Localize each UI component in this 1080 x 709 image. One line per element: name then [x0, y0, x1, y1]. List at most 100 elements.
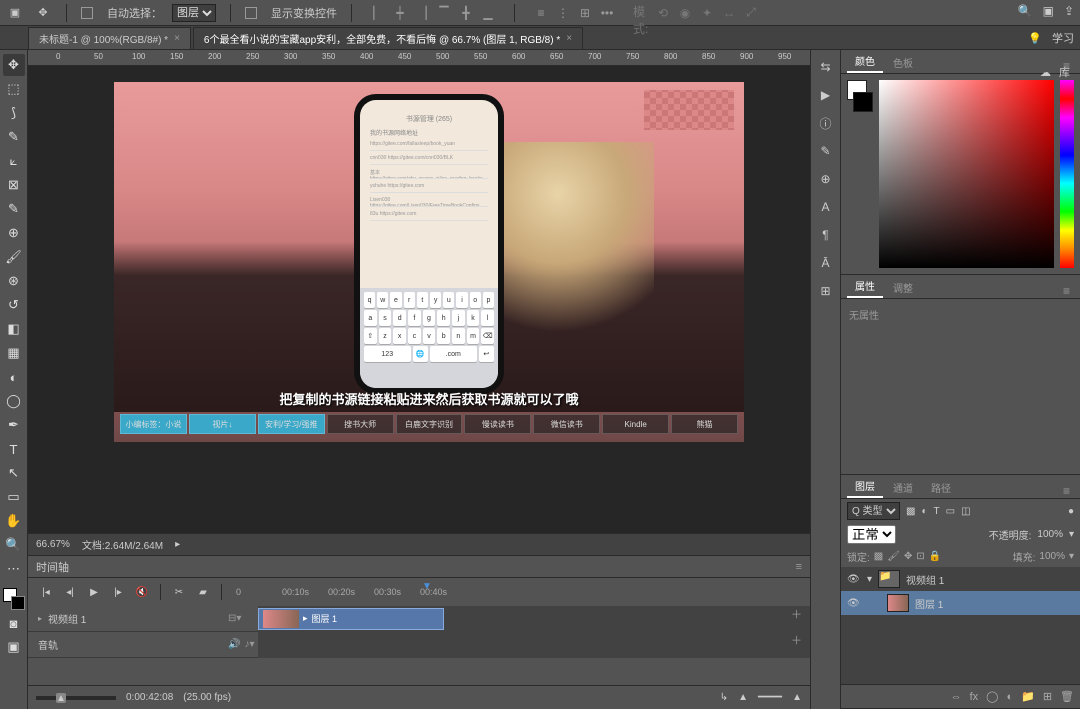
- tab-adjustments[interactable]: 调整: [885, 277, 921, 298]
- brush-tool[interactable]: 🖌: [3, 246, 25, 268]
- first-frame-button[interactable]: |◂: [36, 583, 56, 601]
- show-transform-checkbox[interactable]: [245, 7, 257, 19]
- mask-icon[interactable]: ◯: [986, 690, 998, 703]
- video-group-track[interactable]: ▸视频组 1 ⊟▾ ▸图层 1＋: [28, 606, 810, 632]
- ruler-horizontal[interactable]: 0501001502002503003504004505005506006507…: [28, 50, 810, 66]
- align-top-icon[interactable]: ▔: [436, 5, 452, 21]
- edit-toolbar[interactable]: ⋯: [3, 558, 25, 580]
- screenmode-tool[interactable]: ▣: [3, 636, 25, 658]
- blur-tool[interactable]: ◐: [3, 366, 25, 388]
- eyedropper-tool[interactable]: ✎: [3, 198, 25, 220]
- workspace-icon[interactable]: ▣: [1043, 4, 1054, 18]
- mountain-small-icon[interactable]: ▲: [738, 692, 748, 703]
- track-menu-icon[interactable]: ⊟▾: [228, 613, 241, 624]
- panel-menu-icon[interactable]: ≡: [1059, 484, 1074, 498]
- history-brush-tool[interactable]: ↺: [3, 294, 25, 316]
- mountain-big-icon[interactable]: ▲: [792, 692, 802, 703]
- layer-kind-filter[interactable]: Q 类型: [847, 502, 900, 520]
- search-icon[interactable]: 🔍: [1018, 4, 1033, 18]
- time-ruler[interactable]: ▼000:10s00:20s00:30s00:40s: [236, 583, 802, 601]
- move-tool-icon[interactable]: ✥: [34, 4, 52, 22]
- tab-channels[interactable]: 通道: [885, 477, 921, 498]
- move-tool[interactable]: ✥: [3, 54, 25, 76]
- trash-icon[interactable]: 🗑: [1060, 690, 1074, 703]
- close-icon[interactable]: ×: [566, 33, 572, 44]
- panel-menu-icon[interactable]: ≡: [1059, 284, 1074, 298]
- bg-swatch[interactable]: [853, 92, 873, 112]
- heal-tool[interactable]: ⊕: [3, 222, 25, 244]
- align-left-icon[interactable]: ▏: [370, 5, 386, 21]
- library-icon[interactable]: ☁: [1040, 66, 1051, 79]
- note-icon[interactable]: ♪▾: [244, 639, 254, 650]
- hand-tool[interactable]: ✋: [3, 510, 25, 532]
- split-button[interactable]: ✂: [169, 583, 189, 601]
- align-hcenter-icon[interactable]: ┿: [392, 5, 408, 21]
- glyphs-icon[interactable]: Ā: [817, 254, 835, 272]
- mute-button[interactable]: 🔇: [132, 583, 152, 601]
- align-bottom-icon[interactable]: ▁: [480, 5, 496, 21]
- next-frame-button[interactable]: |▸: [108, 583, 128, 601]
- video-clip[interactable]: ▸图层 1: [258, 608, 444, 630]
- visibility-icon[interactable]: 👁: [847, 574, 861, 585]
- lock-trans-icon[interactable]: ▩: [874, 551, 883, 562]
- path-tool[interactable]: ↖: [3, 462, 25, 484]
- lock-paint-icon[interactable]: 🖌: [887, 551, 900, 562]
- 3d-icon[interactable]: ⊞: [817, 282, 835, 300]
- audio-icon[interactable]: 🔊: [228, 639, 240, 650]
- info-icon[interactable]: ⓘ: [817, 114, 835, 132]
- link-icon[interactable]: ⇔: [951, 691, 962, 703]
- tab-layers[interactable]: 图层: [847, 475, 883, 498]
- history-icon[interactable]: ▶: [817, 86, 835, 104]
- ps-home-icon[interactable]: ▣: [6, 4, 24, 22]
- filter-type-icon[interactable]: T: [934, 506, 940, 517]
- tab-swatches[interactable]: 色板: [885, 52, 921, 73]
- shape-tool[interactable]: ▭: [3, 486, 25, 508]
- lasso-tool[interactable]: ⟆: [3, 102, 25, 124]
- type-tool[interactable]: T: [3, 438, 25, 460]
- fill-value[interactable]: 100%: [1039, 551, 1065, 562]
- close-icon[interactable]: ×: [174, 33, 180, 44]
- panel-menu-icon[interactable]: ≡: [796, 561, 802, 573]
- doc-tab-2[interactable]: 6个最全看小说的宝藏app安利，全部免费，不看后悔 @ 66.7% (图层 1,…: [193, 27, 583, 49]
- lock-nest-icon[interactable]: ⊡: [916, 551, 924, 562]
- eraser-tool[interactable]: ◧: [3, 318, 25, 340]
- character-icon[interactable]: A: [817, 198, 835, 216]
- pen-tool[interactable]: ✒: [3, 414, 25, 436]
- current-time[interactable]: 0:00:42:08: [126, 692, 173, 703]
- render-button[interactable]: ↳: [720, 692, 728, 703]
- more-icon[interactable]: •••: [599, 5, 615, 21]
- new-layer-icon[interactable]: ⊞: [1043, 690, 1052, 703]
- color-swatches[interactable]: [3, 588, 25, 610]
- audio-track[interactable]: 音轨 🔊♪▾ ＋: [28, 632, 810, 658]
- filter-shape-icon[interactable]: ▭: [946, 506, 955, 517]
- layer-row[interactable]: 👁 图层 1: [841, 591, 1080, 615]
- prev-frame-button[interactable]: ◂|: [60, 583, 80, 601]
- bulb-icon[interactable]: 💡: [1028, 32, 1042, 45]
- stamp-tool[interactable]: ⊛: [3, 270, 25, 292]
- crop-tool[interactable]: ⟀: [3, 150, 25, 172]
- align-vcenter-icon[interactable]: ╋: [458, 5, 474, 21]
- gradient-tool[interactable]: ▦: [3, 342, 25, 364]
- layer-group-row[interactable]: 👁 ▾ 📁 视频组 1: [841, 567, 1080, 591]
- share-icon[interactable]: ⇪: [1064, 4, 1074, 18]
- visibility-icon[interactable]: 👁: [847, 598, 861, 609]
- play-button[interactable]: ▶: [84, 583, 104, 601]
- align-right-icon[interactable]: ▕: [414, 5, 430, 21]
- chevron-down-icon[interactable]: ▾: [867, 574, 872, 585]
- marquee-tool[interactable]: ⬚: [3, 78, 25, 100]
- auto-select-checkbox[interactable]: [81, 7, 93, 19]
- color-field[interactable]: [879, 80, 1054, 268]
- opacity-value[interactable]: 100%: [1037, 529, 1063, 540]
- fx-icon[interactable]: fx: [970, 691, 979, 703]
- adjustment-icon[interactable]: ◐: [1006, 691, 1013, 703]
- paragraph-icon[interactable]: ¶: [817, 226, 835, 244]
- filter-adj-icon[interactable]: ◐: [921, 506, 927, 517]
- document-canvas[interactable]: 书源管理 (265) 我的书源网络地址 https://gitee.com/fa…: [114, 82, 744, 442]
- group-icon[interactable]: 📁: [1021, 690, 1035, 703]
- quick-select-tool[interactable]: ✎: [3, 126, 25, 148]
- chevron-right-icon[interactable]: ▸: [38, 614, 42, 623]
- tab-properties[interactable]: 属性: [847, 275, 883, 298]
- auto-select-dropdown[interactable]: 图层: [172, 4, 216, 22]
- brush-settings-icon[interactable]: ✎: [817, 142, 835, 160]
- fps-label[interactable]: (25.00 fps): [183, 692, 231, 703]
